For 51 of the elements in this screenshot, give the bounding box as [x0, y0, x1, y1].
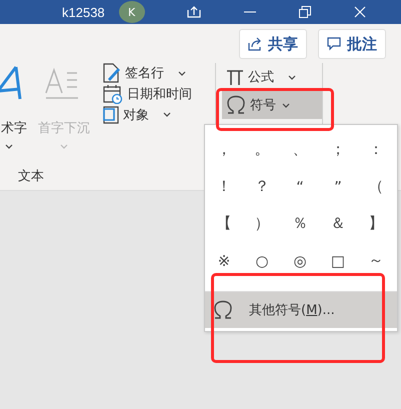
close-icon [354, 6, 366, 18]
omega-icon [226, 95, 246, 115]
symbol-item[interactable]: 】 [357, 205, 395, 242]
symbol-item[interactable]: ” [319, 168, 357, 205]
symbol-item[interactable]: ： [357, 131, 395, 168]
signature-line-icon [103, 63, 121, 84]
object-icon [103, 106, 119, 124]
symbol-item[interactable]: □ [319, 242, 357, 279]
caret-icon [282, 102, 290, 108]
wordart-button[interactable]: 术字 [1, 63, 31, 161]
caret-icon [163, 112, 171, 118]
symbol-item[interactable]: 【 [205, 205, 243, 242]
more-symbols-item[interactable]: 其他符号(M)... [205, 292, 397, 328]
pi-icon [226, 69, 244, 85]
omega-icon [213, 300, 233, 320]
symbol-item[interactable]: ○ [243, 242, 281, 279]
symbol-item[interactable]: 、 [281, 131, 319, 168]
share-button[interactable]: 共享 [239, 29, 307, 59]
caret-icon [288, 74, 296, 80]
equation-button[interactable]: 公式 [222, 63, 322, 91]
symbol-item[interactable]: ， [205, 131, 243, 168]
restore-icon [298, 6, 311, 18]
symbol-item[interactable]: ！ [205, 168, 243, 205]
symbol-item[interactable]: ？ [243, 168, 281, 205]
signature-button[interactable]: 签名行 [100, 63, 195, 84]
symbol-item[interactable]: ※ [205, 242, 243, 279]
symbol-button[interactable]: 符号 [222, 91, 322, 119]
window-title: k12538 [62, 4, 105, 20]
symbol-item[interactable]: ； [319, 131, 357, 168]
share-icon [248, 37, 262, 51]
symbol-item[interactable]: （ [357, 168, 395, 205]
wordart-icon [0, 65, 22, 101]
symbol-item[interactable]: ～ [357, 242, 395, 279]
comment-icon [327, 37, 341, 51]
symbol-item[interactable]: ◎ [281, 242, 319, 279]
symbol-item[interactable]: ） [243, 205, 281, 242]
upload-icon [186, 6, 201, 18]
calendar-clock-icon [103, 84, 123, 104]
caret-icon [60, 144, 68, 149]
minimize-icon [244, 11, 256, 13]
user-avatar[interactable]: K [118, 1, 145, 23]
symbol-item[interactable]: “ [281, 168, 319, 205]
object-button[interactable]: 对象 [100, 104, 195, 126]
symbol-item[interactable]: ＆ [319, 205, 357, 242]
symbol-item[interactable]: 。 [243, 131, 281, 168]
datetime-button[interactable]: 日期和时间 [100, 84, 195, 104]
caret-icon [5, 144, 13, 149]
symbol-item[interactable]: ％ [281, 205, 319, 242]
comment-button[interactable]: 批注 [318, 29, 386, 59]
group-label: 文本 [18, 169, 44, 184]
caret-icon [178, 70, 186, 76]
